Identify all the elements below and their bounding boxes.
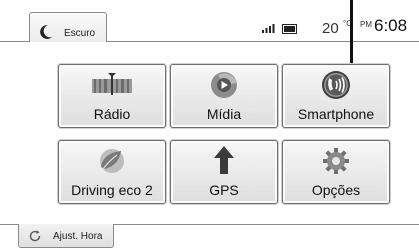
callout-line <box>350 0 353 64</box>
navigation-arrow-icon <box>171 146 277 175</box>
ampm-indicator: PM <box>360 20 372 29</box>
signal-strength-icon <box>262 24 275 33</box>
day-night-mode-button[interactable]: Escuro <box>29 12 107 42</box>
temperature-value: 20 <box>322 20 339 37</box>
tile-label: GPS <box>209 182 239 198</box>
tile-options[interactable]: Opções <box>282 140 390 204</box>
mode-label: Escuro <box>64 28 96 39</box>
tile-driving-eco[interactable]: Driving eco 2 <box>58 140 166 204</box>
media-play-icon <box>171 71 277 99</box>
radio-icon <box>59 71 165 99</box>
tile-media[interactable]: Mídia <box>170 64 278 128</box>
adjust-time-label: Ajust. Hora <box>53 231 103 242</box>
tile-radio[interactable]: Rádio <box>58 64 166 128</box>
clock-time: 6:08 <box>374 16 408 35</box>
tile-label: Driving eco 2 <box>71 182 153 198</box>
tile-label: Opções <box>311 182 361 198</box>
eco-leaf-icon <box>59 147 165 175</box>
top-divider <box>107 41 419 42</box>
tile-gps[interactable]: GPS <box>170 140 278 204</box>
adjust-time-button[interactable]: Ajust. Hora <box>18 224 114 248</box>
top-divider-left <box>0 41 29 42</box>
tile-smartphone[interactable]: Smartphone <box>282 64 390 128</box>
gear-icon <box>283 147 389 175</box>
moon-icon <box>40 24 52 39</box>
smartphone-voice-icon <box>283 71 389 99</box>
home-screen: Escuro 20 °C PM 6:08 Rádio Mídia Smartph… <box>0 0 419 248</box>
clock-refresh-icon <box>29 230 41 242</box>
battery-icon <box>282 24 297 34</box>
tile-label: Rádio <box>93 106 131 122</box>
tile-label: Mídia <box>206 106 242 122</box>
tile-label: Smartphone <box>297 106 375 122</box>
